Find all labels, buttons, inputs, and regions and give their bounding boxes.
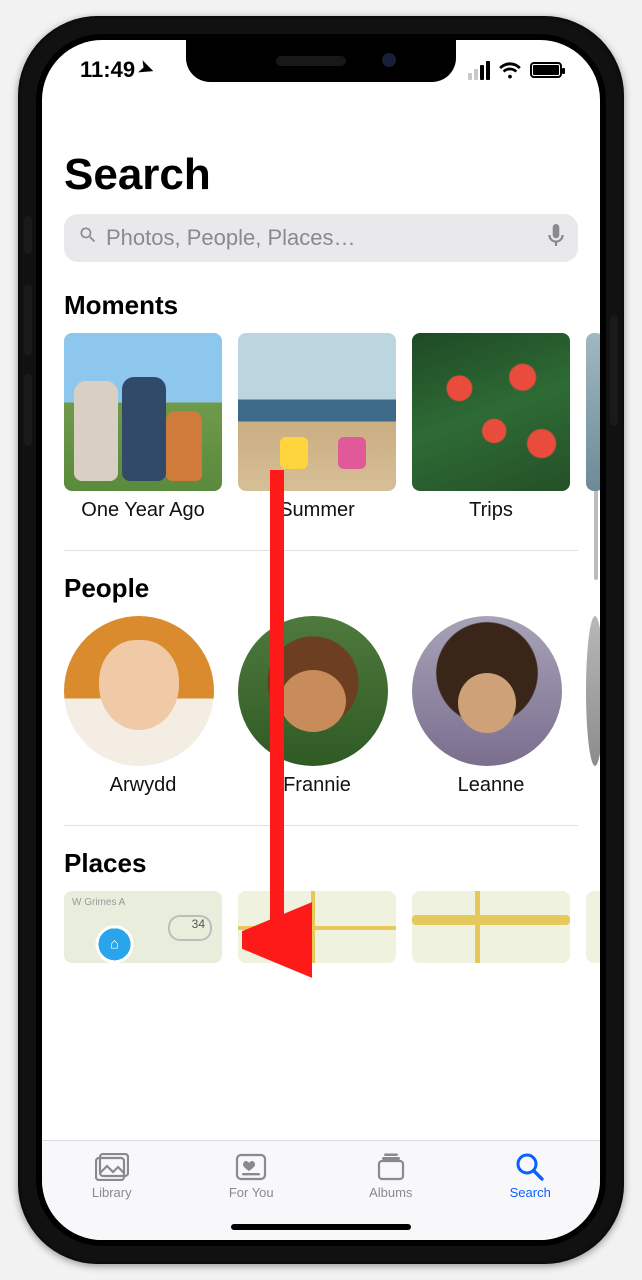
place-card[interactable] (412, 891, 570, 963)
search-input[interactable] (106, 225, 540, 251)
volume-up-button[interactable] (24, 284, 32, 356)
moment-thumbnail (412, 333, 570, 491)
person-label: Arwydd (64, 774, 222, 797)
section-heading-people: People (64, 573, 578, 604)
album-stack-icon (374, 1153, 408, 1181)
section-moments: Moments One Year Ago Summer Trips (64, 290, 578, 522)
section-heading-places: Places (64, 848, 578, 879)
people-row[interactable]: Arwydd Frannie Leanne (64, 616, 600, 797)
person-label: Leanne (412, 774, 570, 797)
moment-card[interactable]: Summer (238, 333, 396, 522)
moment-card[interactable] (586, 333, 600, 522)
moment-card[interactable]: One Year Ago (64, 333, 222, 522)
section-places: Places W Grimes A ⌂ (64, 825, 578, 963)
tab-label: Albums (369, 1185, 412, 1200)
moment-label: One Year Ago (64, 499, 222, 522)
battery-icon (530, 62, 562, 78)
magnifier-icon (513, 1153, 547, 1181)
moment-thumbnail (586, 333, 600, 491)
status-time: 11:49 (80, 57, 135, 83)
moment-card[interactable]: Trips (412, 333, 570, 522)
moments-row[interactable]: One Year Ago Summer Trips (64, 333, 600, 522)
photo-stack-icon (95, 1153, 129, 1181)
place-map-thumbnail (412, 891, 570, 963)
notch (186, 40, 456, 82)
person-card[interactable]: Frannie (238, 616, 396, 797)
moment-thumbnail (64, 333, 222, 491)
content-scroll[interactable]: Search Moments One (42, 100, 600, 1140)
person-card[interactable]: Leanne (412, 616, 570, 797)
section-heading-moments: Moments (64, 290, 578, 321)
search-icon (78, 225, 98, 251)
screen: 11:49 ➤ Search (42, 40, 600, 1240)
mute-switch[interactable] (24, 216, 32, 254)
place-card[interactable] (586, 891, 600, 963)
places-row[interactable]: W Grimes A ⌂ (64, 891, 600, 963)
volume-down-button[interactable] (24, 374, 32, 446)
person-card[interactable]: Arwydd (64, 616, 222, 797)
person-avatar (586, 616, 600, 766)
place-map-thumbnail (238, 891, 396, 963)
home-pin-icon: ⌂ (110, 936, 119, 953)
page-title: Search (64, 150, 578, 200)
wifi-icon (498, 61, 522, 79)
person-avatar (238, 616, 388, 766)
person-label: Frannie (238, 774, 396, 797)
tab-label: Search (510, 1185, 551, 1200)
search-bar[interactable] (64, 214, 578, 262)
tab-search[interactable]: Search (475, 1153, 585, 1200)
phone-frame: 11:49 ➤ Search (18, 16, 624, 1264)
person-avatar (412, 616, 562, 766)
map-street-label: W Grimes A (72, 897, 125, 908)
moment-thumbnail (238, 333, 396, 491)
place-card[interactable] (238, 891, 396, 963)
moment-label: Trips (412, 499, 570, 522)
tab-library[interactable]: Library (57, 1153, 167, 1200)
place-map-thumbnail: W Grimes A ⌂ (64, 891, 222, 963)
power-button[interactable] (610, 316, 618, 426)
moment-label: Summer (238, 499, 396, 522)
home-indicator[interactable] (231, 1224, 411, 1230)
heart-card-icon (234, 1153, 268, 1181)
person-card[interactable] (586, 616, 600, 797)
tab-label: For You (229, 1185, 274, 1200)
microphone-icon[interactable] (548, 224, 564, 252)
place-map-thumbnail (586, 891, 600, 963)
cellular-signal-icon (468, 61, 490, 80)
tab-for-you[interactable]: For You (196, 1153, 306, 1200)
tab-label: Library (92, 1185, 132, 1200)
phone-shell: 11:49 ➤ Search (36, 34, 606, 1246)
person-avatar (64, 616, 214, 766)
section-people: People Arwydd Frannie Leanne (64, 550, 578, 797)
place-card[interactable]: W Grimes A ⌂ (64, 891, 222, 963)
tab-albums[interactable]: Albums (336, 1153, 446, 1200)
location-icon: ➤ (136, 56, 157, 81)
